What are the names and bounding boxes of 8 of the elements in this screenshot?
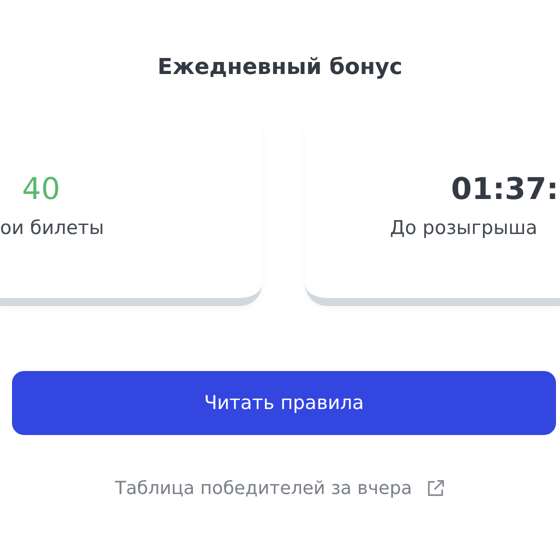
external-link-icon <box>426 479 446 498</box>
stat-value: 40 <box>22 171 60 209</box>
stat-label: ои билеты <box>0 216 104 241</box>
read-rules-button[interactable]: Читать правила <box>12 371 556 435</box>
winners-link[interactable]: Таблица победителей за вчера <box>114 475 412 502</box>
stat-label: До розыгрыша <box>390 216 538 241</box>
stat-value: 01:37: <box>451 171 558 209</box>
title: Ежедневный бонус <box>158 54 402 82</box>
